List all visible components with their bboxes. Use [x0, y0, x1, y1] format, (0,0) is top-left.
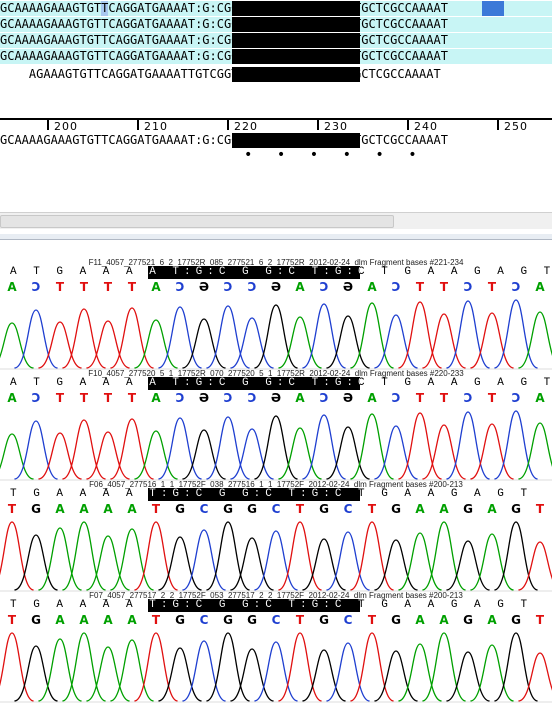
- peak-curve: [110, 307, 154, 369]
- peak-curve: [278, 316, 322, 369]
- peak-curve: [206, 305, 250, 369]
- peak-curve: [86, 431, 130, 480]
- peak-curve: [470, 533, 514, 591]
- alignment-row[interactable]: AGAAAGTGTTCAGGATGAAAATTGTCGGTCTTGTCTGAAG…: [0, 66, 552, 83]
- variant-dots: • • • • • •: [244, 147, 425, 163]
- peak-curve: [134, 521, 178, 591]
- peak-curve: [278, 632, 322, 702]
- peak-curve: [494, 410, 538, 480]
- chromatogram-trace[interactable]: F06_4057_277516_1_1_17752F_038_277516_1_…: [0, 480, 552, 595]
- peak-curve: [374, 425, 418, 480]
- alignment-row-text: GCAAAAGAAAGTGTTCAGGATGAAAAT:G:CGG:CT:G:C…: [0, 33, 448, 47]
- peak-curves: [0, 632, 552, 703]
- peak-curve: [422, 632, 466, 702]
- peak-curve: [470, 312, 514, 369]
- peak-curve: [38, 432, 82, 480]
- alignment-row-text: GCAAAAGAAAGTGTTCAGGATGAAAAT:G:CGG:CT:G:C…: [0, 1, 448, 15]
- peak-curve: [326, 531, 370, 591]
- chromatogram-trace[interactable]: F07_4057_277517_2_2_17752F_053_277517_2_…: [0, 591, 552, 706]
- peak-curve: [446, 411, 490, 480]
- peak-curve: [326, 315, 370, 369]
- peak-curve: [254, 415, 298, 480]
- peak-curve: [14, 420, 58, 480]
- peak-curve: [110, 418, 154, 480]
- peak-curve: [302, 303, 346, 369]
- peak-curve: [398, 301, 442, 369]
- peak-curve: [158, 306, 202, 369]
- alignment-row-text: GCAAAAGAAAGTGTTCAGGATGAAAAT:G:CGG:CT:G:C…: [0, 17, 448, 31]
- peak-curve: [14, 309, 58, 369]
- peak-curve: [254, 304, 298, 369]
- horizontal-scrollbar[interactable]: [0, 212, 552, 229]
- peak-curve: [422, 424, 466, 480]
- peak-curve: [350, 521, 394, 591]
- peak-curve: [398, 412, 442, 480]
- peak-curve: [350, 413, 394, 480]
- alignment-panel: GCAAAAGAAAGTGTTCAGGATGAAAAT:G:CGG:CT:G:C…: [0, 0, 552, 100]
- peak-curve: [326, 426, 370, 480]
- peak-curve: [254, 641, 298, 702]
- alignment-row[interactable]: GCAAAAGAAAGTGTTCAGGATGAAAAT:G:CGG:CT:G:C…: [0, 32, 552, 49]
- peak-curve: [398, 532, 442, 591]
- peak-curve: [182, 429, 226, 480]
- peak-curve: [206, 521, 250, 591]
- scrollbar-thumb[interactable]: [0, 215, 394, 228]
- peak-curve: [494, 632, 538, 702]
- peak-curve: [86, 320, 130, 369]
- peak-curve: [494, 521, 538, 591]
- peak-curve: [182, 318, 226, 369]
- peak-curve: [398, 643, 442, 702]
- peak-curve: [470, 644, 514, 702]
- peak-curve: [374, 314, 418, 369]
- alignment-row[interactable]: GCAAAAGAAAGTGTTCAGGATGAAAAT:G:CGG:CT:G:C…: [0, 16, 552, 33]
- peak-curve: [446, 300, 490, 369]
- peak-curve: [518, 422, 552, 480]
- peak-curve: [134, 430, 178, 480]
- peak-curve: [302, 414, 346, 480]
- chromatogram-trace[interactable]: F10_4057_277520_5_1_17752R_070_277520_5_…: [0, 369, 552, 484]
- alignment-row[interactable]: GCAAAAGAAAGTGTTCAGGATGAAAAT:G:CGG:CT:G:C…: [0, 0, 552, 17]
- peak-curve: [230, 428, 274, 480]
- peak-curves: [0, 521, 552, 592]
- peak-curve: [158, 417, 202, 480]
- peak-curve: [206, 632, 250, 702]
- peak-curve: [254, 530, 298, 591]
- alignment-row-text: AGAAAGTGTTCAGGATGAAAATTGTCGGTCTTGTCTGAAG…: [0, 67, 441, 81]
- peak-curve: [134, 319, 178, 369]
- peak-curve: [206, 416, 250, 480]
- peak-curve: [326, 642, 370, 702]
- peak-curve: [470, 423, 514, 480]
- peak-curve: [62, 308, 106, 369]
- alignment-row-text: GCAAAAGAAAGTGTTCAGGATGAAAAT:G:CGG:CT:G:C…: [0, 49, 448, 63]
- peak-curve: [350, 632, 394, 702]
- peak-curve: [278, 427, 322, 480]
- alignment-row[interactable]: GCAAAAGAAAGTGTTCAGGATGAAAAT:G:CGG:CT:G:C…: [0, 48, 552, 65]
- peak-curve: [278, 521, 322, 591]
- peak-curves: [0, 299, 552, 370]
- peak-curve: [230, 317, 274, 369]
- peak-curve: [422, 521, 466, 591]
- peak-curve: [422, 313, 466, 369]
- panel-splitter[interactable]: [0, 234, 552, 240]
- peak-curve: [38, 321, 82, 369]
- peak-curve: [518, 311, 552, 369]
- peak-curve: [494, 299, 538, 369]
- peak-curve: [62, 419, 106, 480]
- chromatogram-trace[interactable]: F11_4057_277521_6_2_17752R_085_277521_6_…: [0, 258, 552, 373]
- peak-curve: [350, 302, 394, 369]
- peak-curves: [0, 410, 552, 481]
- peak-curve: [134, 632, 178, 702]
